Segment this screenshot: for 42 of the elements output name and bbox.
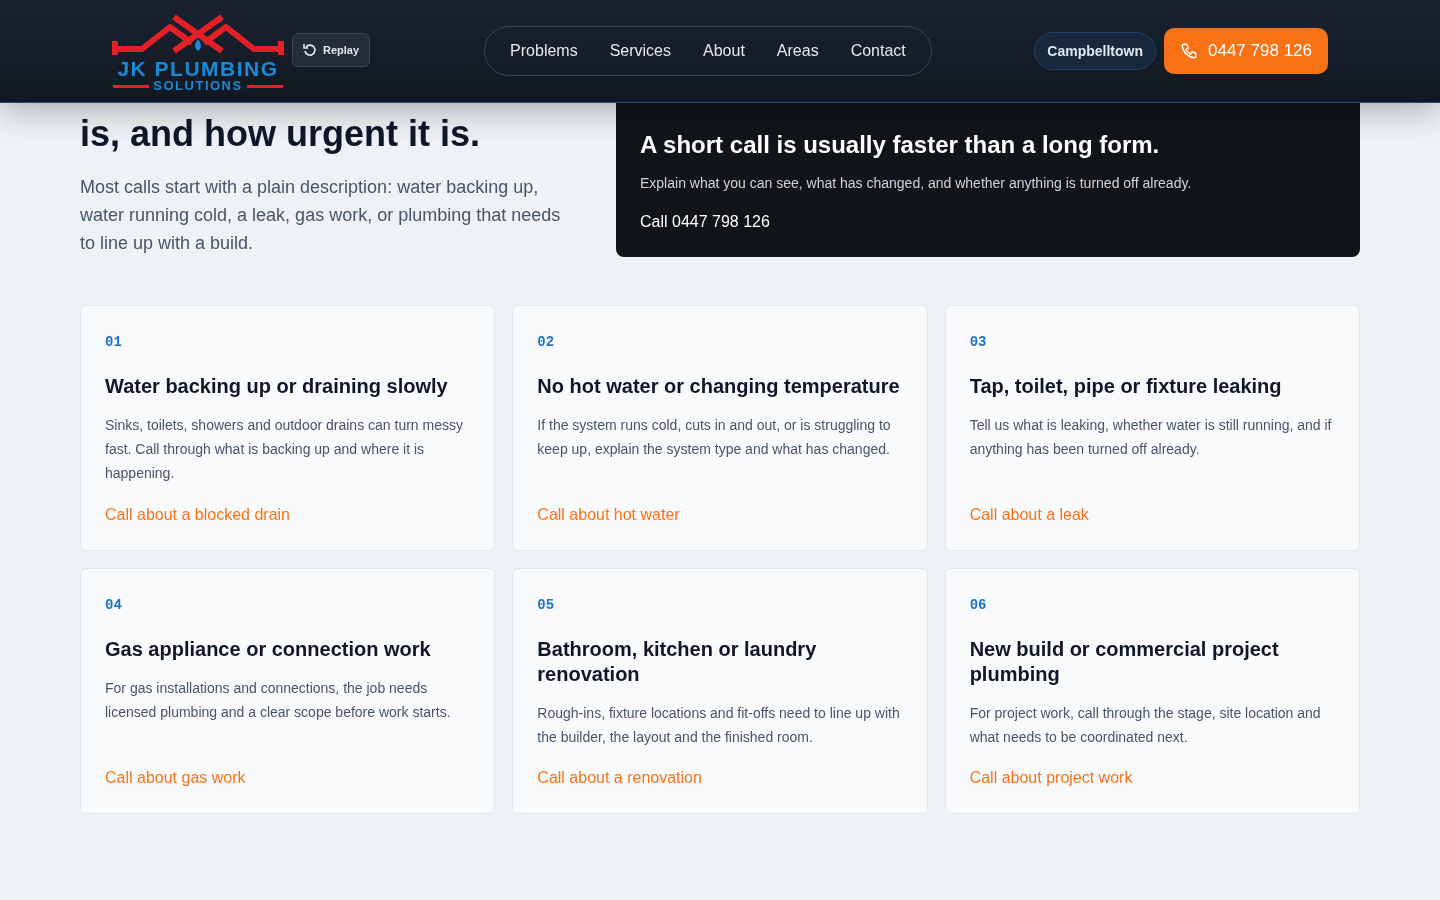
phone-button[interactable]: 0447 798 126 [1164, 28, 1328, 74]
logo-tagline: SOLUTIONS [153, 79, 243, 93]
advice-title: A short call is usually faster than a long form. [640, 130, 1161, 160]
location-badge: Campbelltown [1034, 32, 1156, 70]
card-description: Sinks, toilets, showers and outdoor drains can turn messy fast. Call through what is backing up and where it is happening. [105, 416, 464, 483]
nav-link[interactable]: Areas [760, 42, 835, 60]
call-link[interactable]: Call about a renovation [537, 751, 702, 787]
call-link[interactable]: Call about gas work [105, 751, 246, 787]
card-description: Rough-ins, fixture locations and fit-offs need to line up with the builder, the layout and the finished room. [537, 704, 901, 747]
call-link[interactable]: Call 0447 798 126 [640, 213, 770, 231]
call-link[interactable]: Call about a leak [969, 488, 1089, 524]
advice-text: Explain what you can see, what has changed, and whether anything is turned off already. [640, 175, 1193, 191]
replay-button[interactable]: Replay [292, 33, 371, 67]
card-title: No hot water or changing temperature [537, 374, 901, 399]
nav-link[interactable]: About [687, 42, 761, 60]
card-number: 01 [105, 334, 123, 350]
card-title: Bathroom, kitchen or laundry renovation [537, 637, 818, 687]
card-number: 02 [537, 334, 556, 350]
nav-link[interactable]: Services [593, 42, 687, 60]
card-number: 06 [969, 597, 988, 613]
call-link[interactable]: Call about a blocked drain [105, 488, 290, 524]
logo-name: JK PLUMBING [117, 59, 279, 79]
card-description: For gas installations and connections, the job needs licensed plumbing and a clear scope before work starts. [105, 679, 452, 722]
card-number: 03 [969, 334, 988, 350]
card-description: For project work, call through the stage, site location and what needs to be coordinated next. [969, 704, 1322, 747]
card-title: Gas appliance or connection work [105, 637, 432, 662]
card-description: Tell us what is leaking, whether water is still running, and if anything has been turned off already. [969, 416, 1333, 459]
card-title: New build or commercial project plumbing [969, 637, 1280, 687]
card-title: Water backing up or draining slowly [105, 374, 449, 399]
phone-icon [1180, 42, 1198, 60]
replay-icon [303, 43, 317, 57]
card-title: Tap, toilet, pipe or fixture leaking [969, 374, 1283, 399]
call-link[interactable]: Call about hot water [537, 488, 680, 524]
call-link[interactable]: Call about project work [969, 751, 1133, 787]
card-number: 05 [537, 597, 556, 613]
nav-link[interactable]: Problems [494, 42, 594, 60]
company-logo[interactable]: JK PLUMBING SOLUTIONS [112, 9, 284, 93]
page-heading: is, and how urgent it is. [80, 112, 482, 156]
card-number: 04 [105, 597, 123, 613]
intro-paragraph: Most calls start with a plain description: water backing up, water running cold, a leak, gas work, or plumbing that needs to line up with a build. [80, 176, 562, 255]
nav-link[interactable]: Contact [834, 42, 922, 60]
card-description: If the system runs cold, cuts in and out, or is struggling to keep up, explain the system type and what has changed. [537, 416, 892, 459]
